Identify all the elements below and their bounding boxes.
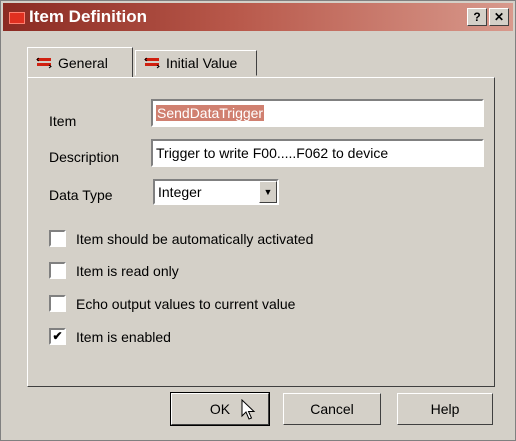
cancel-button[interactable]: Cancel: [283, 393, 381, 425]
checkbox-label: Item should be automatically activated: [76, 230, 314, 247]
checkbox-echo-output[interactable]: Echo output values to current value: [49, 295, 295, 312]
tab-initial-value[interactable]: Initial Value: [135, 50, 257, 76]
mouse-pointer-icon: [241, 399, 256, 420]
checkbox-box[interactable]: [49, 262, 66, 279]
checkbox-read-only[interactable]: Item is read only: [49, 262, 179, 279]
checkbox-box[interactable]: [49, 230, 66, 247]
checkbox-label: Echo output values to current value: [76, 295, 296, 312]
item-icon: [144, 56, 160, 70]
checkbox-label: Item is enabled: [76, 328, 171, 345]
item-name-value: SendDataTrigger: [156, 105, 265, 121]
checkbox-label: Item is read only: [76, 262, 179, 279]
checkbox-box[interactable]: [49, 295, 66, 312]
checkbox-auto-activate[interactable]: Item should be automatically activated: [49, 230, 313, 247]
close-button[interactable]: ✕: [489, 8, 509, 26]
item-name-input[interactable]: SendDataTrigger: [151, 99, 484, 127]
data-type-value: Integer: [158, 184, 202, 200]
checkbox-box[interactable]: ✔: [49, 328, 66, 345]
window-icon: [9, 12, 25, 24]
help-button[interactable]: Help: [397, 393, 493, 425]
item-definition-dialog: Item Definition ? ✕ General Initial Valu…: [0, 0, 516, 441]
item-label: Item: [49, 113, 77, 129]
description-input[interactable]: Trigger to write F00.....F062 to device: [151, 139, 484, 167]
help-title-button[interactable]: ?: [467, 8, 487, 26]
window-title: Item Definition: [29, 7, 148, 26]
data-type-label: Data Type: [49, 187, 113, 203]
checkbox-enabled[interactable]: ✔ Item is enabled: [49, 328, 171, 345]
item-icon: [36, 56, 52, 70]
description-label: Description: [49, 149, 120, 165]
title-bar[interactable]: Item Definition ? ✕: [3, 3, 513, 31]
tab-initial-value-label: Initial Value: [166, 55, 238, 71]
tab-general-label: General: [58, 54, 108, 71]
tab-general[interactable]: General: [27, 47, 133, 77]
chevron-down-icon[interactable]: ▼: [259, 181, 277, 203]
data-type-select[interactable]: Integer ▼: [153, 179, 279, 205]
